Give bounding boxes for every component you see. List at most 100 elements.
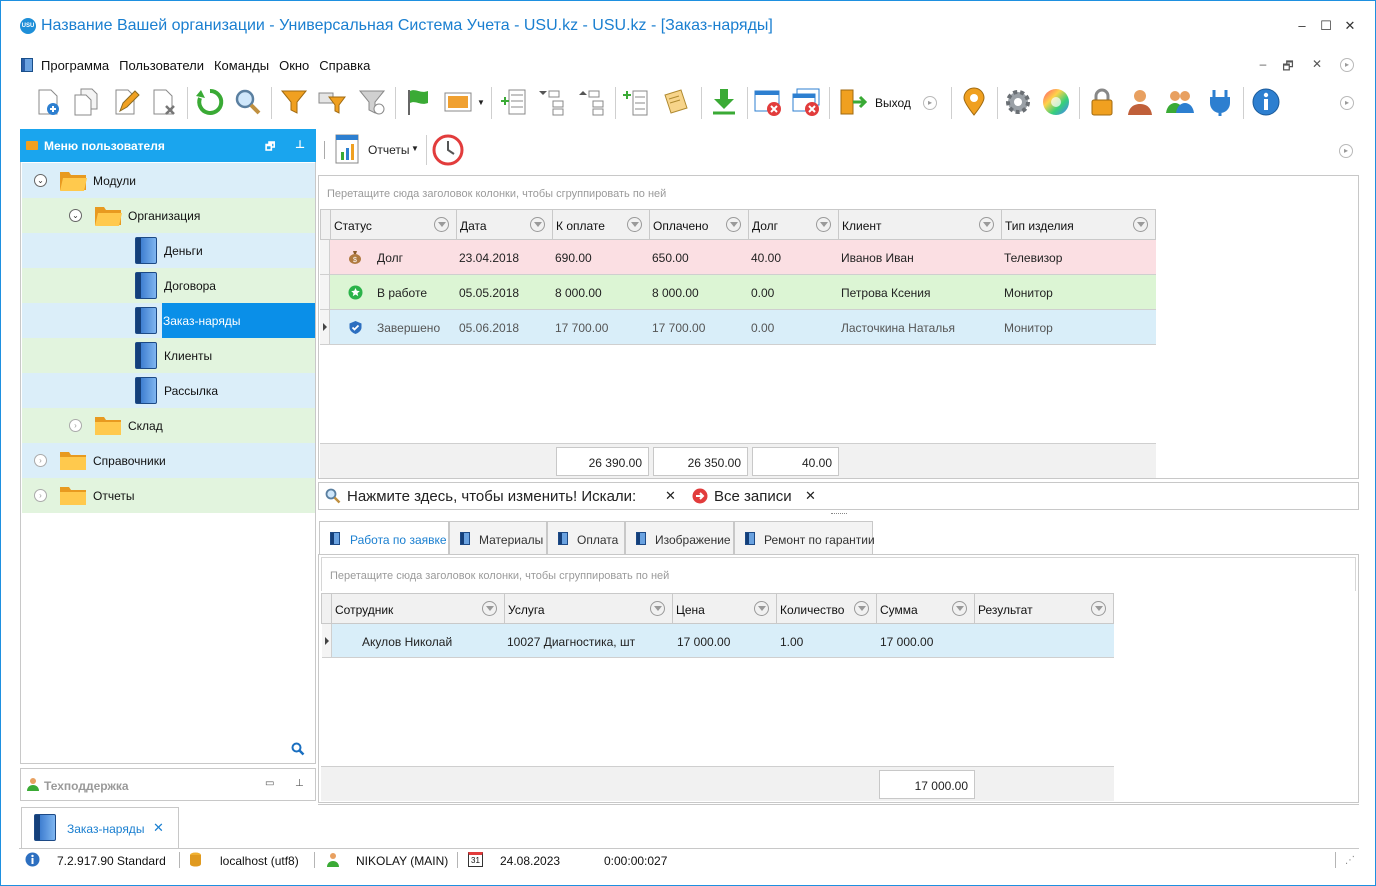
menu-users[interactable]: Пользователи <box>119 58 204 73</box>
tab-payment[interactable]: Оплата <box>547 521 625 555</box>
column-header-price[interactable]: Цена <box>673 594 777 623</box>
column-header-paid[interactable]: Оплачено <box>650 210 749 239</box>
detail-group-drop-area[interactable]: Перетащите сюда заголовок колонки, чтобы… <box>321 557 1356 591</box>
close-all-windows-icon[interactable] <box>791 87 821 117</box>
column-header-result[interactable]: Результат <box>975 594 1113 623</box>
splitter-grip[interactable] <box>831 513 847 514</box>
tree-expand-icon[interactable] <box>577 87 607 117</box>
plugin-icon[interactable] <box>1205 87 1235 117</box>
minimize-panel-icon[interactable]: ▭ <box>265 778 274 789</box>
menu-help[interactable]: Справка <box>319 58 370 73</box>
column-filter-icon[interactable] <box>530 217 545 232</box>
tree-item-clients[interactable]: Клиенты <box>22 338 315 373</box>
column-filter-icon[interactable] <box>726 217 741 232</box>
filter-icon[interactable] <box>279 87 309 117</box>
column-header-service[interactable]: Услуга <box>505 594 673 623</box>
menu-commands[interactable]: Команды <box>214 58 269 73</box>
mdi-restore-button[interactable]: 🗗 <box>1280 57 1296 78</box>
menu-window[interactable]: Окно <box>279 58 309 73</box>
filter-setup-icon[interactable] <box>317 87 347 117</box>
search-icon[interactable] <box>291 742 305 756</box>
column-header-date[interactable]: Дата <box>457 210 553 239</box>
report-icon[interactable] <box>334 134 360 164</box>
column-header-sum[interactable]: Сумма <box>877 594 975 623</box>
table-row[interactable]: В работе 05.05.2018 8 000.00 8 000.00 0.… <box>320 275 1156 310</box>
minimize-button[interactable]: – <box>1293 17 1311 35</box>
filter-clear-icon[interactable] <box>357 87 387 117</box>
user-icon[interactable] <box>1125 87 1155 117</box>
row-indicator[interactable] <box>320 275 330 309</box>
find-prompt[interactable]: Нажмите здесь, чтобы изменить! Искали: <box>347 488 636 505</box>
all-records-label[interactable]: Все записи <box>714 488 792 505</box>
column-filter-icon[interactable] <box>816 217 831 232</box>
doc-tab-work-orders[interactable]: Заказ-наряды ✕ <box>21 807 179 849</box>
maximize-button[interactable]: ☐ <box>1317 17 1335 35</box>
tree-item-warehouse[interactable]: › Склад <box>22 408 315 443</box>
tree-item-money[interactable]: Деньги <box>22 233 315 268</box>
pin-icon[interactable]: ⊥ <box>295 778 304 789</box>
flag-icon[interactable] <box>403 87 433 117</box>
reports-dropdown[interactable]: Отчеты <box>368 143 409 157</box>
refresh-icon[interactable] <box>195 87 225 117</box>
copy-icon[interactable] <box>71 87 101 117</box>
tab-work-on-request[interactable]: Работа по заявке <box>319 521 449 555</box>
table-row-selected[interactable]: Завершено 05.06.2018 17 700.00 17 700.00… <box>320 310 1156 345</box>
mdi-close-button[interactable]: ✕ <box>1309 57 1325 71</box>
location-icon[interactable] <box>959 87 989 117</box>
users-icon[interactable] <box>1165 87 1195 117</box>
settings-icon[interactable] <box>1003 87 1033 117</box>
collapse-icon[interactable]: ⌄ <box>34 174 47 187</box>
tree-item-organization[interactable]: ⌄ Организация <box>22 198 315 233</box>
column-filter-icon[interactable] <box>754 601 769 616</box>
tree-item-mailing[interactable]: Рассылка <box>22 373 315 408</box>
tree-collapse-icon[interactable] <box>537 87 567 117</box>
menu-options-icon[interactable]: ▸ <box>1340 58 1354 72</box>
exit-options-icon[interactable]: ▸ <box>923 96 937 110</box>
image-icon[interactable] <box>443 87 473 117</box>
row-indicator[interactable] <box>322 624 332 657</box>
doc-tab-close-button[interactable]: ✕ <box>153 820 164 836</box>
column-filter-icon[interactable] <box>979 217 994 232</box>
tab-image[interactable]: Изображение <box>625 521 734 555</box>
info-icon[interactable] <box>1251 87 1281 117</box>
reports-toolbar-options-icon[interactable]: ▸ <box>1339 144 1353 158</box>
mdi-minimize-button[interactable]: – <box>1255 57 1271 71</box>
collapse-icon[interactable]: ⌄ <box>69 209 82 222</box>
download-icon[interactable] <box>709 87 739 117</box>
all-records-clear-button[interactable]: ✕ <box>805 488 816 504</box>
lock-icon[interactable] <box>1087 87 1117 117</box>
column-header-client[interactable]: Клиент <box>839 210 1002 239</box>
tree-item-contracts[interactable]: Договора <box>22 268 315 303</box>
menu-program[interactable]: Программа <box>41 58 109 73</box>
row-indicator[interactable] <box>320 240 330 274</box>
exit-icon[interactable] <box>837 87 867 117</box>
tree-item-selected[interactable]: Заказ-наряды <box>162 303 315 338</box>
find-panel[interactable]: Нажмите здесь, чтобы изменить! Искали: ✕… <box>318 482 1359 510</box>
tree-item-reports[interactable]: › Отчеты <box>22 478 315 513</box>
column-header-quantity[interactable]: Количество <box>777 594 877 623</box>
column-filter-icon[interactable] <box>627 217 642 232</box>
column-filter-icon[interactable] <box>1091 601 1106 616</box>
find-clear-button[interactable]: ✕ <box>665 488 676 504</box>
tab-warranty-repair[interactable]: Ремонт по гарантии <box>734 521 875 555</box>
tab-materials[interactable]: Материалы <box>449 521 547 555</box>
tree-item-modules[interactable]: ⌄ Модули <box>22 163 315 198</box>
expand-icon[interactable]: › <box>69 419 82 432</box>
float-panel-icon[interactable]: 🗗 <box>265 138 275 157</box>
notes-icon[interactable] <box>661 87 691 117</box>
table-row-selected[interactable]: Акулов Николай 10027 Диагностика, шт 17 … <box>322 624 1114 658</box>
chevron-down-icon[interactable]: ▼ <box>477 98 485 107</box>
column-filter-icon[interactable] <box>854 601 869 616</box>
resize-grip-icon[interactable]: ⋰ <box>1345 855 1355 866</box>
column-filter-icon[interactable] <box>482 601 497 616</box>
delete-icon[interactable] <box>149 87 179 117</box>
column-filter-icon[interactable] <box>952 601 967 616</box>
row-indicator[interactable] <box>320 310 330 344</box>
group-drop-area[interactable]: Перетащите сюда заголовок колонки, чтобы… <box>318 175 1359 209</box>
column-header-debt[interactable]: Долг <box>749 210 839 239</box>
clock-icon[interactable] <box>432 134 464 166</box>
add-row-icon[interactable] <box>621 87 651 117</box>
add-icon[interactable] <box>33 87 63 117</box>
expand-icon[interactable] <box>499 87 529 117</box>
table-row[interactable]: $ Долг 23.04.2018 690.00 650.00 40.00 Ив… <box>320 240 1156 275</box>
